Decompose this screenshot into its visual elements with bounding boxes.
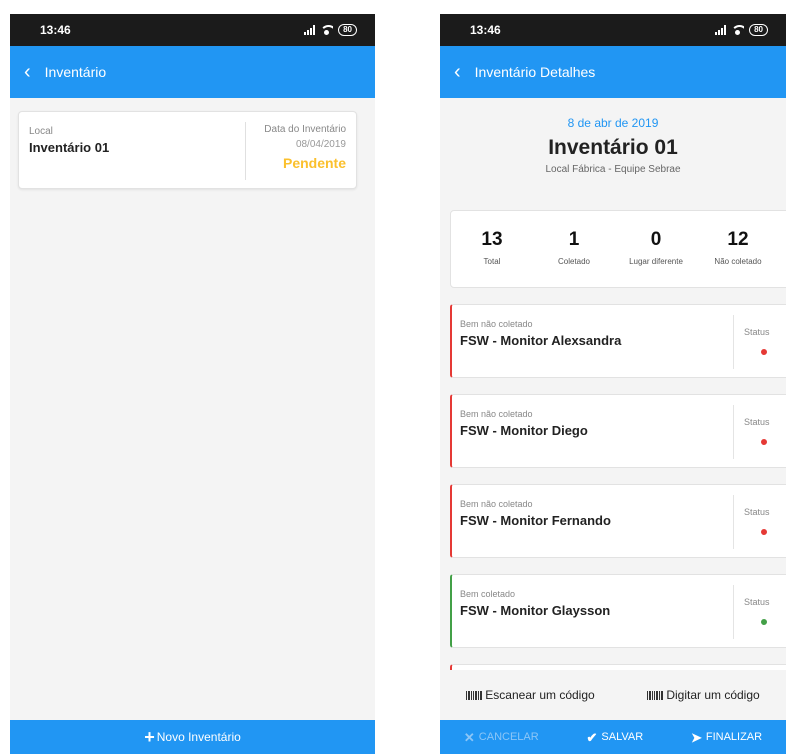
type-code-label: Digitar um código <box>666 688 760 702</box>
status-label: Status <box>744 507 770 517</box>
item-status-text: Bem coletado <box>460 589 516 599</box>
inventory-name: Inventário 01 <box>29 140 110 155</box>
status-dot-icon <box>761 529 767 535</box>
date-label: Data do Inventário <box>264 124 346 135</box>
back-arrow-icon[interactable]: ‹ <box>24 62 31 82</box>
stats-card: 13 Total 1 Coletado 0 Lugar diferente 12… <box>450 210 786 288</box>
status-label: Status <box>744 597 770 607</box>
list-item[interactable]: Bem não coletado FSW - Monitor Diego Sta… <box>450 394 786 468</box>
stat-total: 13 Total <box>481 229 503 266</box>
list-item[interactable]: Bem coletado FSW - Monitor Glaysson Stat… <box>450 574 786 648</box>
close-icon: ✕ <box>463 729 475 745</box>
list-item[interactable]: Bem não coletado FSW - Monitor Fernando … <box>450 484 786 558</box>
status-label: Status <box>744 327 770 337</box>
barcode-icon <box>647 690 664 700</box>
status-bar: 13:46 80 <box>10 14 375 46</box>
status-time: 13:46 <box>470 23 501 37</box>
inventory-detail-screen: 13:46 80 ‹ Inventário Detalhes 8 de abr … <box>440 14 786 754</box>
status-dot-icon <box>761 619 767 625</box>
screen-title: Inventário <box>44 64 107 80</box>
item-status-text: Bem não coletado <box>460 499 533 509</box>
asset-list: Bem não coletado FSW - Monitor Alexsandr… <box>450 304 786 674</box>
status-dot-icon <box>761 439 767 445</box>
signal-icon <box>715 25 727 35</box>
inventory-header: 8 de abr de 2019 Inventário 01 Local Fáb… <box>440 98 786 210</box>
header-title: Inventário 01 <box>548 136 678 159</box>
back-arrow-icon[interactable]: ‹ <box>454 62 461 82</box>
status-badge: Pendente <box>282 155 346 171</box>
local-label: Local <box>29 126 53 137</box>
code-entry-bar: Escanear um código Digitar um código <box>440 670 786 720</box>
battery-icon: 80 <box>749 24 768 36</box>
item-name: FSW - Monitor Alexsandra <box>460 333 622 348</box>
check-icon: ✔ <box>586 729 598 745</box>
new-inventory-button[interactable]: + Novo Inventário <box>10 720 375 754</box>
status-time: 13:46 <box>40 23 71 37</box>
header-subtitle: Local Fábrica - Equipe Sebrae <box>545 164 681 175</box>
stat-not-collected: 12 Não coletado <box>714 229 762 266</box>
save-button[interactable]: ✔ SALVAR <box>586 731 643 744</box>
signal-icon <box>304 25 316 35</box>
item-name: FSW - Monitor Glaysson <box>460 603 611 618</box>
list-item[interactable]: Bem não coletado FSW - Monitor Alexsandr… <box>450 304 786 378</box>
type-code-button[interactable]: Digitar um código <box>647 688 760 702</box>
screen-title: Inventário Detalhes <box>474 64 596 80</box>
inventory-card[interactable]: Local Inventário 01 Data do Inventário 0… <box>18 111 357 189</box>
stat-collected: 1 Coletado <box>557 229 591 266</box>
inventory-date: 08/04/2019 <box>295 139 346 150</box>
app-bar: ‹ Inventário <box>10 46 375 98</box>
battery-icon: 80 <box>338 24 357 36</box>
item-name: FSW - Monitor Diego <box>460 423 588 438</box>
scan-code-button[interactable]: Escanear um código <box>466 688 595 702</box>
app-bar: ‹ Inventário Detalhes <box>440 46 786 98</box>
header-date: 8 de abr de 2019 <box>567 116 659 130</box>
plus-icon: + <box>144 727 155 747</box>
item-name: FSW - Monitor Fernando <box>460 513 611 528</box>
finish-button[interactable]: ➤ FINALIZAR <box>691 731 762 744</box>
new-inventory-label: Novo Inventário <box>156 730 241 744</box>
item-status-text: Bem não coletado <box>460 319 533 329</box>
stat-different-place: 0 Lugar diferente <box>629 229 683 266</box>
barcode-icon <box>466 690 483 700</box>
item-status-text: Bem não coletado <box>460 409 533 419</box>
inventory-list-screen: 13:46 80 ‹ Inventário Local Inventário 0… <box>10 14 375 754</box>
card-divider <box>245 122 246 180</box>
cancel-button[interactable]: ✕ CANCELAR <box>464 731 539 744</box>
status-bar: 13:46 80 <box>440 14 786 46</box>
scan-code-label: Escanear um código <box>485 688 595 702</box>
status-dot-icon <box>761 349 767 355</box>
wifi-icon <box>320 25 334 35</box>
wifi-icon <box>731 25 745 35</box>
action-bar: ✕ CANCELAR ✔ SALVAR ➤ FINALIZAR <box>440 720 786 754</box>
send-icon: ➤ <box>690 729 702 745</box>
status-label: Status <box>744 417 770 427</box>
